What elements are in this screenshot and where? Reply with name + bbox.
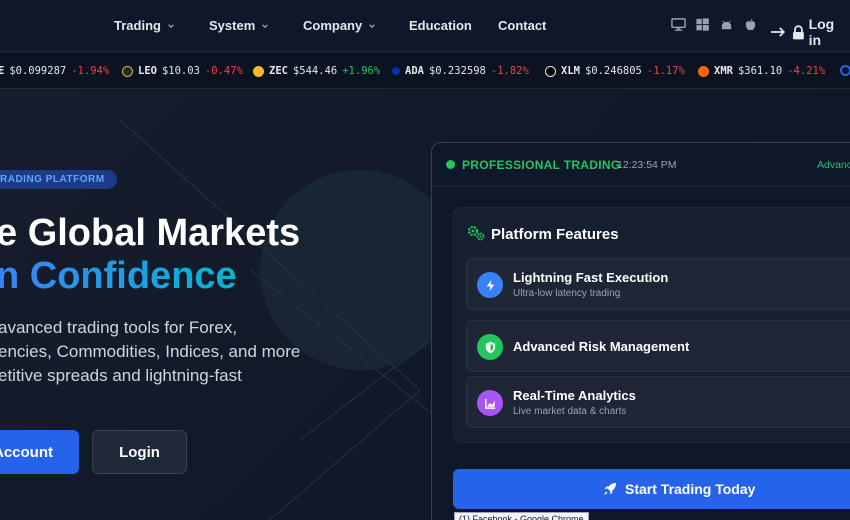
apple-icon[interactable] [743, 17, 758, 32]
chevron-down-icon [369, 23, 376, 28]
xlm-coin-icon [545, 65, 556, 77]
nav-item-label: Trading [114, 18, 161, 33]
android-icon[interactable] [719, 17, 734, 32]
hero-description-line: etitive spreads and lightning-fast [0, 366, 242, 385]
ada-coin-icon [392, 67, 400, 75]
ticker-change: -4.21% [787, 65, 826, 77]
panel-clock: 12:23:54 PM [617, 159, 677, 171]
lightning-icon [477, 272, 503, 298]
feature-item[interactable]: Real-Time Analytics Live market data & c… [466, 376, 850, 428]
ticker-price: $361.10 [737, 65, 783, 77]
start-trading-button[interactable]: Start Trading Today [453, 469, 850, 509]
ticker-item[interactable]: ZEC $544.46 +1.96% [253, 65, 380, 77]
xmr-coin-icon [698, 65, 709, 77]
open-account-button[interactable]: Account [0, 430, 79, 474]
hero-description: avanced trading tools for Forex, encies,… [0, 316, 300, 388]
feature-title: Lightning Fast Execution [513, 270, 669, 285]
feature-subtitle: Live market data & charts [513, 406, 627, 417]
shield-icon [477, 334, 503, 360]
nav-item-label: Education [409, 18, 472, 33]
hero-description-line: encies, Commodities, Indices, and more [0, 342, 301, 361]
login-link[interactable]: Log in [770, 16, 850, 48]
nav-item-contact[interactable]: Contact [498, 18, 546, 33]
windows-icon[interactable] [695, 17, 710, 32]
feature-title: Real-Time Analytics [513, 388, 636, 403]
live-status-dot [446, 160, 455, 169]
ticker-price: $0.246805 [584, 65, 642, 77]
nav-item-education[interactable]: Education [409, 18, 472, 33]
coin-icon [840, 65, 850, 76]
ticker-change: +1.96% [342, 65, 381, 77]
nav-item-company[interactable]: Company [303, 18, 376, 33]
feature-subtitle: Ultra-low latency trading [513, 288, 621, 299]
login-label: Log in [808, 16, 835, 48]
ticker-symbol: ZEC [269, 65, 288, 77]
ticker-change: -0.47% [204, 65, 243, 77]
zec-coin-icon [253, 65, 264, 77]
window-tooltip: (1) Facebook - Google Chrome [454, 512, 589, 520]
trading-panel: PROFESSIONAL TRADING 12:23:54 PM Advanc … [431, 142, 850, 520]
ticker-price: $10.03 [161, 65, 200, 77]
nav-item-trading[interactable]: Trading [114, 18, 175, 33]
ticker-price: $0.099287 [9, 65, 67, 77]
nav-item-system[interactable]: System [209, 18, 269, 33]
feature-item[interactable]: Advanced Risk Management [466, 320, 850, 372]
ticker-item[interactable]: E $0.099287 -1.94% [0, 65, 109, 77]
sign-in-arrow-icon [770, 27, 786, 37]
login-button[interactable]: Login [92, 430, 187, 474]
nav-item-label: Company [303, 18, 363, 33]
top-nav: Trading System Company Education Contact… [0, 0, 850, 52]
ticker-symbol: LEO [138, 65, 157, 77]
panel-status-label: Advanc [817, 159, 850, 171]
ticker-item[interactable]: ADA $0.232598 -1.82% [392, 65, 529, 77]
ticker-change: -1.94% [71, 65, 110, 77]
hero-description-line: avanced trading tools for Forex, [0, 318, 238, 337]
ticker-item[interactable] [840, 65, 850, 76]
gears-icon [467, 225, 485, 241]
platform-badge: RADING PLATFORM [0, 170, 117, 189]
panel-title: PROFESSIONAL TRADING [462, 158, 621, 172]
desktop-icon[interactable] [671, 17, 686, 32]
chart-icon [477, 390, 503, 416]
hero-section: RADING PLATFORM e Global Markets n Confi… [0, 90, 850, 520]
leo-coin-icon [122, 65, 133, 77]
ticker-price: $0.232598 [428, 65, 486, 77]
ticker-symbol: ADA [405, 65, 424, 77]
ticker-change: -1.82% [490, 65, 529, 77]
features-card: Platform Features Lightning Fast Executi… [453, 207, 850, 443]
ticker-symbol: XMR [714, 65, 733, 77]
ticker-item[interactable]: LEO $10.03 -0.47% [122, 65, 243, 77]
nav-item-label: System [209, 18, 256, 33]
rocket-icon [604, 483, 616, 495]
platform-icons [671, 17, 758, 32]
start-trading-label: Start Trading Today [625, 481, 756, 497]
hero-headline: e Global Markets [0, 212, 301, 254]
feature-item[interactable]: Lightning Fast Execution Ultra-low laten… [466, 258, 850, 310]
ticker-symbol: E [0, 65, 5, 77]
nav-item-label: Contact [498, 18, 547, 33]
ticker-item[interactable]: XMR $361.10 -4.21% [698, 65, 825, 77]
ticker-change: -1.17% [646, 65, 685, 77]
ticker-price: $544.46 [292, 65, 338, 77]
ticker-symbol: XLM [561, 65, 580, 77]
hero-headline-accent: n Confidence [0, 255, 237, 298]
chevron-down-icon [262, 23, 269, 28]
price-ticker: E $0.099287 -1.94% LEO $10.03 -0.47% ZEC… [0, 53, 850, 89]
lock-icon [792, 24, 804, 39]
panel-header: PROFESSIONAL TRADING 12:23:54 PM Advanc [432, 143, 850, 187]
feature-title: Advanced Risk Management [513, 339, 690, 354]
chevron-down-icon [168, 23, 174, 28]
features-title: Platform Features [491, 226, 619, 243]
ticker-item[interactable]: XLM $0.246805 -1.17% [545, 65, 685, 77]
